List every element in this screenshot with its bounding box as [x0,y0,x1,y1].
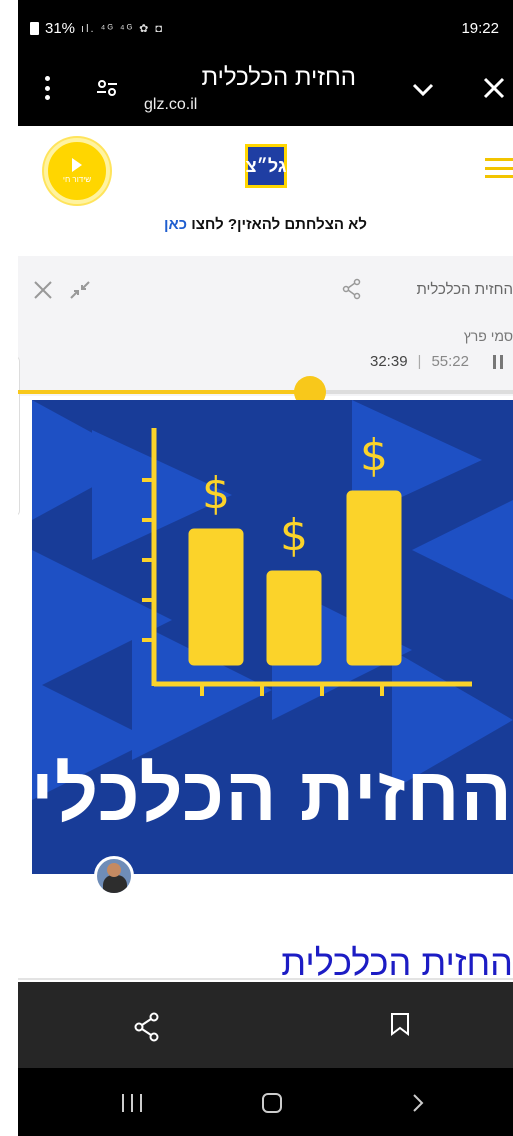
cover-caption: החזית הכלכלית [32,752,513,837]
share-icon[interactable] [134,1012,160,1042]
status-time: 19:22 [461,20,499,37]
live-button-label: שידור חי [62,175,92,184]
svg-text:$: $ [202,468,230,519]
bookmark-icon[interactable] [390,1012,410,1036]
close-player-icon[interactable] [32,279,54,301]
total-time: 55:22 [431,353,469,370]
system-nav-bar [18,1068,513,1136]
battery-icon [30,22,39,35]
episode-author: סמי פרץ [463,328,513,344]
share-icon[interactable] [342,278,362,300]
avatar [94,856,134,896]
app-screen: 31% ıl. ⁴ᴳ ⁴ᴳ ✿ ◘ 19:22 החזית הכלכלית gl… [18,0,513,1136]
chevron-down-icon[interactable] [410,76,436,102]
bottom-toolbar [18,982,513,1068]
elapsed-time: 32:39 [370,353,408,370]
svg-text:$: $ [360,430,388,481]
cover-art: $ $ $ החזית הכלכלית [32,400,513,874]
episode-title: החזית הכלכלית [416,281,513,298]
site-header: שידור חי גל״צ לא הצלחתם להאזין? לחצו כאן [18,126,513,256]
tab-title: החזית הכלכלית [201,64,357,91]
tab-url: glz.co.il [144,96,198,113]
side-drawer-handle[interactable] [18,356,20,516]
tune-icon[interactable] [96,77,118,99]
audio-player: החזית הכלכלית סמי פרץ 32:39 | 55:22 [18,256,513,396]
progress-fill [18,390,310,394]
time-row: 32:39 | 55:22 [370,353,503,370]
pause-icon[interactable] [493,354,503,369]
time-divider: | [417,353,422,370]
home-icon[interactable] [262,1093,282,1113]
play-icon [72,158,82,172]
banner-link[interactable]: כאן [164,216,187,233]
status-bar: 31% ıl. ⁴ᴳ ⁴ᴳ ✿ ◘ 19:22 [18,0,513,56]
site-logo[interactable]: גל״צ [245,144,287,188]
live-broadcast-button[interactable]: שידור חי [44,138,110,204]
progress-track[interactable] [18,376,513,408]
close-icon[interactable] [480,74,508,102]
custom-tab-header: החזית הכלכלית glz.co.il [18,56,513,126]
status-right: 19:22 [461,20,499,37]
kebab-icon[interactable] [44,76,50,100]
logo-text: גל״צ [245,155,287,176]
heading-divider [18,978,513,980]
hamburger-menu-icon[interactable] [485,158,513,178]
recents-icon[interactable] [122,1094,142,1112]
svg-text:$: $ [280,510,308,561]
back-icon[interactable] [408,1092,428,1114]
status-left: 31% ıl. ⁴ᴳ ⁴ᴳ ✿ ◘ [30,20,164,37]
signal-icons: ıl. ⁴ᴳ ⁴ᴳ ✿ ◘ [81,23,165,35]
banner-text: לא הצלחתם להאזין? לחצו [187,216,367,233]
minimize-icon[interactable] [68,278,92,302]
battery-percent: 31% [45,20,76,37]
listen-banner: לא הצלחתם להאזין? לחצו כאן [18,216,513,233]
